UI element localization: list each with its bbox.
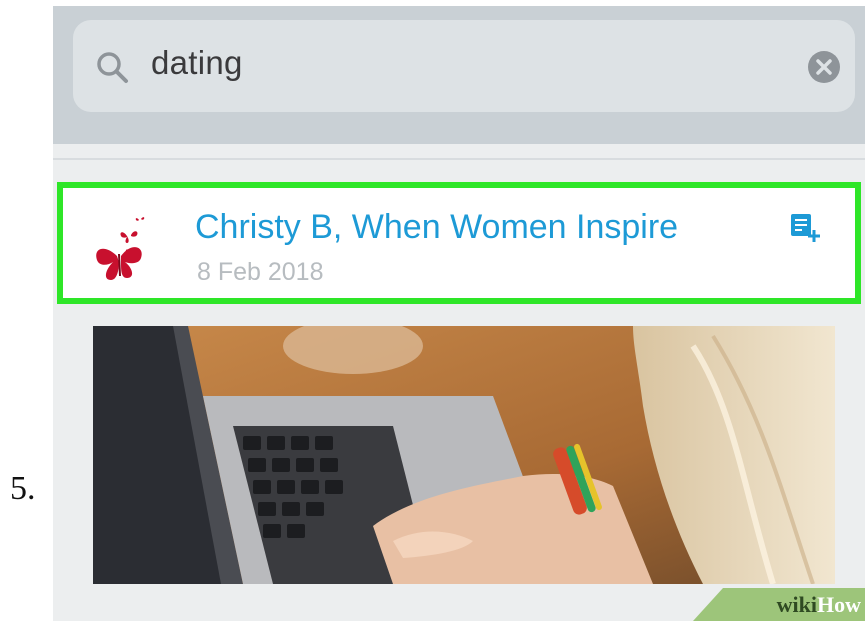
add-to-reading-list-icon[interactable] [789, 212, 821, 244]
result-date: 8 Feb 2018 [197, 258, 324, 286]
laptop-photo-illustration [93, 326, 835, 584]
wikihow-watermark: wikiHow [693, 588, 865, 621]
search-bar-area: dating [53, 6, 865, 144]
step-number: 5. [10, 470, 36, 507]
search-field[interactable]: dating [73, 20, 855, 112]
watermark-wiki: wiki [776, 592, 817, 617]
search-icon [97, 52, 128, 83]
clear-icon[interactable] [807, 50, 841, 84]
divider [53, 158, 865, 160]
result-title[interactable]: Christy B, When Women Inspire [195, 208, 678, 247]
watermark-how: How [817, 592, 861, 617]
search-input[interactable]: dating [151, 44, 243, 82]
app-screen: dating Christy B, When Women Inspire 8 F… [53, 6, 865, 621]
butterflies-logo-icon [96, 217, 145, 280]
search-result-row[interactable]: Christy B, When Women Inspire 8 Feb 2018 [57, 182, 861, 304]
article-photo[interactable] [93, 326, 835, 584]
